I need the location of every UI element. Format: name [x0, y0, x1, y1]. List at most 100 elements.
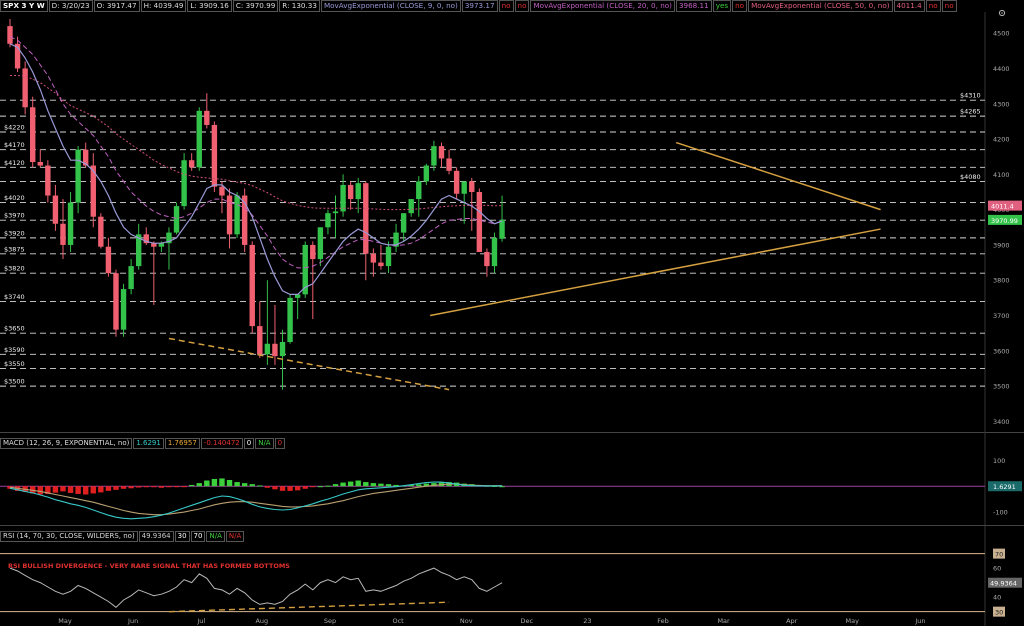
candle-body [469, 181, 475, 192]
level-label: $4020 [4, 194, 25, 202]
price-tick-label: 3400 [993, 418, 1010, 426]
candle-body [499, 219, 505, 239]
macd-histogram-bar [181, 486, 187, 488]
rsi-level-label: 70 [995, 551, 1003, 559]
rsi-study-label[interactable]: RSI (14, 70, 30, CLOSE, WILDERS, no) [0, 531, 138, 542]
macd-panel[interactable]: 100 -100 1.6291 [0, 457, 1024, 526]
macd-histogram-bar [151, 486, 157, 488]
macd-histogram-bar [204, 480, 210, 487]
candle-body [287, 297, 293, 342]
time-tick-label: 23 [583, 617, 591, 625]
level-label: $3550 [4, 360, 25, 368]
time-tick-label: Feb [657, 617, 669, 625]
candle-body [7, 26, 13, 44]
time-tick-label: May [846, 617, 860, 625]
trendline [429, 228, 881, 317]
candle-body [120, 289, 127, 330]
time-tick-label: May [58, 617, 72, 625]
macd-histogram-bar [105, 486, 112, 491]
time-tick-label: Oct [392, 617, 404, 625]
study-flag-b-0: no [514, 0, 530, 12]
macd-badge-label: 1.6291 [993, 483, 1016, 491]
candle-body [113, 273, 119, 330]
candle-body [226, 195, 233, 235]
candle-body [188, 160, 195, 168]
macd-histogram-bar [211, 478, 218, 487]
macd-histogram-bar [173, 486, 180, 488]
candle-body [196, 110, 202, 168]
candle-body [30, 107, 36, 162]
candle-body [234, 195, 240, 235]
macd-values: 1.6291 1.76957 -0.140472 0 N/A 0 [133, 438, 286, 449]
trendline [168, 337, 450, 391]
symbol-label[interactable]: SPX 3 Y W [0, 0, 48, 12]
study-flag-b-2: no [941, 0, 957, 12]
rsi-value-1: 30 [174, 531, 190, 542]
macd-value-1: 1.76957 [164, 438, 200, 449]
rsi-panel[interactable]: 70 30 60 40 49.9364 [0, 548, 1022, 617]
high-label: H: 4039.49 [140, 0, 187, 12]
rsi-tick-label: 60 [993, 565, 1001, 573]
macd-study-label[interactable]: MACD (12, 26, 9, EXPONENTIAL, no) [0, 438, 133, 449]
macd-histogram-bar [310, 486, 316, 488]
macd-histogram-bar [83, 486, 89, 495]
rsi-value-0: 49.9364 [138, 531, 174, 542]
candle-body [416, 181, 422, 200]
candle-body [453, 170, 460, 194]
candle-body [446, 158, 452, 171]
level-label: $3590 [4, 346, 25, 354]
macd-histogram-bar [257, 485, 263, 487]
candle-body [181, 160, 187, 207]
candle-body [476, 192, 483, 252]
rsi-value-3: N/A [206, 531, 225, 542]
macd-value-2: -0.140472 [200, 438, 243, 449]
price-tick-label: 3900 [993, 241, 1010, 249]
study-items: MovAvgExponential (CLOSE, 9, 0, no) 3973.… [320, 0, 958, 12]
candle-body [385, 246, 392, 267]
candle-body [491, 237, 498, 267]
settings-gear-icon[interactable] [998, 2, 1006, 17]
macd-histogram-bar [294, 486, 301, 491]
candle-body [355, 183, 361, 200]
macd-value-4: N/A [255, 438, 274, 449]
macd-histogram-bar [219, 478, 225, 487]
macd-histogram-bar [98, 486, 104, 493]
macd-value-3: 0 [243, 438, 255, 449]
open-label: O: 3917.47 [93, 0, 140, 12]
macd-histogram-bar [332, 484, 339, 487]
time-axis: May Jun Jul Aug Sep Oct Nov Dec 23 Feb Mar Apr May Ju… [58, 617, 925, 625]
macd-histogram-bar [249, 484, 255, 487]
macd-histogram-bar [340, 482, 346, 487]
level-label: $3740 [4, 293, 25, 301]
candle-body [484, 252, 490, 267]
macd-histogram-bar [75, 486, 81, 494]
ema50-line [10, 75, 503, 211]
level-label: $4220 [4, 124, 25, 132]
macd-histogram-bar [52, 486, 59, 493]
price-tick-label: 3700 [993, 312, 1010, 320]
time-tick-label: Sep [324, 617, 336, 625]
macd-value-5: 0 [274, 438, 286, 449]
rsi-value-4: N/A [225, 531, 245, 542]
macd-histogram-bar [279, 486, 286, 491]
study-label-1: MovAvgExponential (CLOSE, 20, 0, no) [530, 0, 675, 12]
candle-body [461, 181, 467, 194]
time-tick-label: Aug [255, 617, 268, 625]
candle-body [22, 68, 28, 108]
candle-body [219, 186, 225, 196]
level-label: $3820 [4, 265, 25, 273]
macd-histogram-bar [196, 483, 202, 487]
candle-body [423, 165, 430, 182]
study-header: SPX 3 Y W D: 3/20/23 O: 3917.47 H: 4039.… [0, 0, 958, 12]
macd-histogram-bar [113, 486, 119, 490]
candle-body [67, 202, 74, 245]
rsi-value-2: 70 [190, 531, 206, 542]
macd-histogram-bar [158, 486, 165, 488]
candle-body [438, 146, 445, 159]
macd-histogram-bar [325, 485, 331, 487]
rsi-header: RSI (14, 70, 30, CLOSE, WILDERS, no) 49.… [0, 531, 245, 542]
price-badge-label: 4011.4 [991, 203, 1014, 211]
date-label: D: 3/20/23 [48, 0, 93, 12]
candle-body [378, 262, 384, 267]
time-tick-label: Jun [127, 617, 138, 625]
